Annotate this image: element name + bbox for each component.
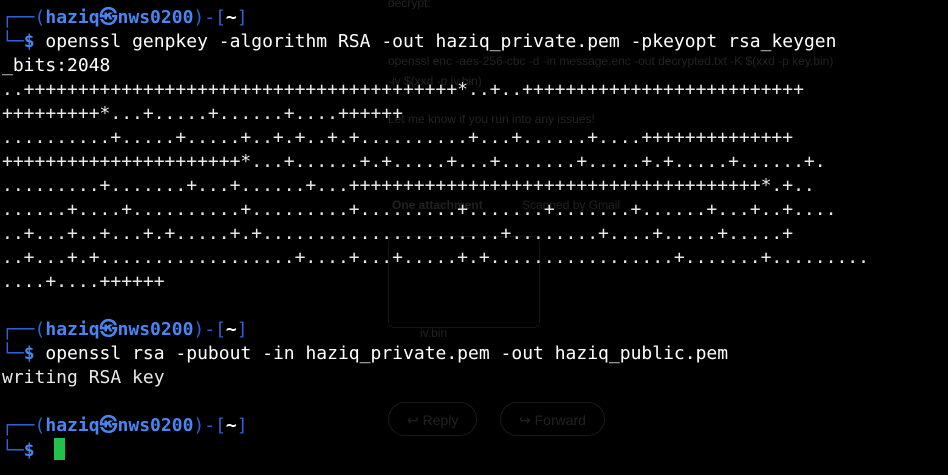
active-command-line[interactable]: └─$	[2, 438, 946, 462]
prompt-header: ┌──(haziq㉿nws0200)-[~]	[2, 6, 946, 30]
terminal-cursor	[54, 438, 66, 460]
keygen-output-line: ..++++++++++++++++++++++++++++++++++++++…	[2, 79, 804, 100]
prompt-bracket: ]	[236, 319, 248, 340]
prompt-box-corner: ┌──(	[2, 319, 46, 340]
keygen-output-line: +++++++++*...+.....+......+....++++++	[2, 103, 403, 124]
prompt-hostname: nws0200	[117, 7, 194, 28]
prompt-directory: ~	[225, 415, 237, 436]
command-text: openssl genpkey -algorithm RSA -out hazi…	[45, 31, 837, 52]
command-text: openssl rsa -pubout -in haziq_private.pe…	[45, 343, 729, 364]
prompt-box-corner: └─	[2, 440, 24, 461]
prompt-username: haziq	[45, 319, 100, 340]
prompt-box-corner: └─	[2, 343, 24, 364]
prompt-dollar: $	[23, 440, 46, 461]
prompt-box-corner: └─	[2, 31, 24, 52]
kali-symbol-icon: ㉿	[99, 7, 118, 28]
prompt-separator: )-[	[193, 415, 226, 436]
prompt-hostname: nws0200	[117, 319, 194, 340]
keygen-output-line: ++++++++++++++++++++++*...+......+.+....…	[2, 151, 826, 172]
keygen-output-line: ..+...+.+..................+....+...+...…	[2, 247, 869, 268]
pubout-output-line: writing RSA key	[2, 367, 165, 388]
keygen-output-line: ......+....+..........+.........+.......…	[2, 199, 837, 220]
prompt-hostname: nws0200	[117, 415, 194, 436]
prompt-bracket: ]	[236, 415, 248, 436]
keygen-output-line: ..........+.....+.....+..+.+..+.+.......…	[2, 127, 794, 148]
prompt-separator: )-[	[193, 319, 226, 340]
prompt-box-corner: ┌──(	[2, 7, 46, 28]
keygen-output-line: ....+....++++++	[2, 271, 165, 292]
terminal-output[interactable]: ┌──(haziq㉿nws0200)-[~] └─$ openssl genpk…	[2, 6, 946, 462]
prompt-username: haziq	[45, 7, 100, 28]
prompt-separator: )-[	[193, 7, 226, 28]
command-line: └─$ openssl rsa -pubout -in haziq_privat…	[2, 342, 946, 366]
prompt-header: ┌──(haziq㉿nws0200)-[~]	[2, 318, 946, 342]
prompt-bracket: ]	[236, 7, 248, 28]
keygen-output-line: ..+...+..+...+.+.....+.+................…	[2, 223, 794, 244]
prompt-directory: ~	[225, 319, 237, 340]
command-wrap-line: _bits:2048	[2, 54, 946, 78]
command-text-wrapped: _bits:2048	[2, 55, 111, 76]
prompt-username: haziq	[45, 415, 100, 436]
kali-symbol-icon: ㉿	[99, 319, 118, 340]
kali-symbol-icon: ㉿	[99, 415, 118, 436]
prompt-dollar: $	[23, 343, 46, 364]
prompt-directory: ~	[225, 7, 237, 28]
prompt-dollar: $	[23, 31, 46, 52]
prompt-box-corner: ┌──(	[2, 415, 46, 436]
command-line: └─$ openssl genpkey -algorithm RSA -out …	[2, 30, 946, 54]
prompt-header: ┌──(haziq㉿nws0200)-[~]	[2, 414, 946, 438]
keygen-output-line: .........+.......+...+......+...++++++++…	[2, 175, 815, 196]
